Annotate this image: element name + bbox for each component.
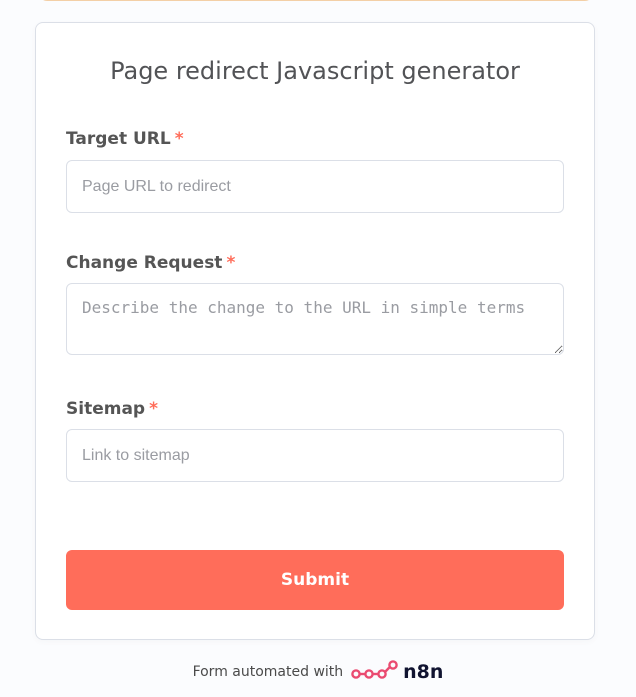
footer: Form automated with n8n	[0, 657, 636, 687]
sitemap-label-text: Sitemap	[66, 399, 146, 419]
sitemap-label: Sitemap *	[66, 399, 158, 419]
required-marker: *	[149, 399, 158, 419]
change-request-textarea[interactable]	[66, 283, 564, 355]
target-url-input[interactable]	[66, 160, 564, 213]
required-marker: *	[226, 253, 236, 273]
n8n-brand-name: n8n	[403, 661, 444, 683]
form-title: Page redirect Javascript generator	[110, 57, 520, 85]
form-card: Page redirect Javascript generator Targe…	[35, 22, 595, 640]
sitemap-input[interactable]	[66, 429, 564, 482]
submit-button[interactable]: Submit	[66, 550, 564, 610]
top-banner-edge	[39, 0, 593, 1]
n8n-brand-link[interactable]: n8n	[351, 659, 443, 685]
target-url-label-text: Target URL	[66, 129, 171, 149]
footer-text: Form automated with	[192, 664, 344, 680]
change-request-label-text: Change Request	[66, 253, 223, 273]
n8n-logo-icon	[351, 660, 398, 679]
target-url-label: Target URL *	[66, 129, 184, 149]
change-request-label: Change Request *	[66, 253, 235, 273]
required-marker: *	[174, 129, 184, 149]
